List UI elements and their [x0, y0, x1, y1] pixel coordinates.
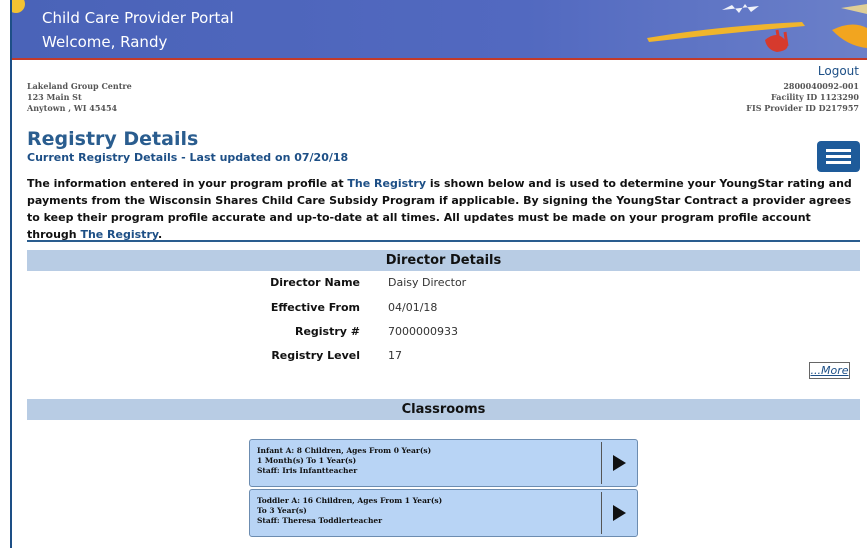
registry-number-label: Registry #	[294, 325, 360, 338]
banner-artwork	[647, 4, 867, 52]
welcome-message: Welcome, Randy	[42, 33, 168, 51]
page-subtitle: Current Registry Details - Last updated …	[27, 151, 349, 164]
fis-provider-id: FIS Provider ID D217957	[746, 103, 859, 113]
classroom-card-infant-a[interactable]: Infant A: 8 Children, Ages From 0 Year(s…	[249, 439, 638, 487]
classroom-line: To 3 Year(s)	[257, 506, 307, 515]
classroom-line: 1 Month(s) To 1 Year(s)	[257, 456, 357, 465]
registry-level-label: Registry Level	[271, 349, 360, 362]
divider	[27, 240, 860, 242]
intro-paragraph: The information entered in your program …	[27, 175, 862, 243]
sun-icon	[12, 0, 25, 13]
more-button[interactable]: ...More	[809, 362, 850, 379]
header-banner: Child Care Provider Portal Welcome, Rand…	[12, 0, 867, 60]
registry-number-value: 7000000933	[388, 325, 458, 338]
facility-street: 123 Main St	[27, 92, 82, 102]
provider-ids: 2800040092-001 Facility ID 1123290 FIS P…	[746, 81, 859, 114]
director-details-header: Director Details	[27, 250, 860, 271]
left-border	[10, 0, 12, 548]
hamburger-menu-icon-bar	[826, 161, 851, 164]
classroom-line: Toddler A: 16 Children, Ages From 1 Year…	[257, 496, 443, 505]
page-title: Registry Details	[27, 128, 199, 150]
card-divider	[601, 442, 602, 484]
hamburger-menu-icon-bar	[826, 155, 851, 158]
hamburger-menu-icon	[826, 149, 851, 152]
menu-button[interactable]	[817, 141, 860, 172]
director-name-value: Daisy Director	[388, 276, 467, 289]
account-number: 2800040092-001	[783, 81, 859, 91]
card-divider	[601, 492, 602, 534]
classroom-staff: Staff: Iris Infantteacher	[257, 466, 358, 475]
facility-address: Lakeland Group Centre 123 Main St Anytow…	[27, 81, 132, 114]
intro-text: The information entered in your program …	[27, 177, 348, 190]
facility-city: Anytown , WI 45454	[27, 103, 118, 113]
classroom-line: Infant A: 8 Children, Ages From 0 Year(s…	[257, 446, 432, 455]
logout-link[interactable]: Logout	[818, 64, 859, 78]
registry-level-value: 17	[388, 349, 402, 362]
play-arrow-icon[interactable]	[613, 455, 626, 471]
classroom-staff: Staff: Theresa Toddlerteacher	[257, 516, 383, 525]
classroom-details: Infant A: 8 Children, Ages From 0 Year(s…	[257, 446, 597, 476]
facility-id: Facility ID 1123290	[771, 92, 859, 102]
effective-from-value: 04/01/18	[388, 301, 438, 314]
classroom-card-toddler-a[interactable]: Toddler A: 16 Children, Ages From 1 Year…	[249, 489, 638, 537]
facility-name: Lakeland Group Centre	[27, 81, 132, 91]
play-arrow-icon[interactable]	[613, 505, 626, 521]
classrooms-header: Classrooms	[27, 399, 860, 420]
classroom-details: Toddler A: 16 Children, Ages From 1 Year…	[257, 496, 597, 526]
director-name-label: Director Name	[270, 276, 360, 289]
registry-link[interactable]: The Registry	[347, 177, 426, 190]
portal-title: Child Care Provider Portal	[42, 9, 234, 27]
effective-from-label: Effective From	[270, 301, 360, 314]
